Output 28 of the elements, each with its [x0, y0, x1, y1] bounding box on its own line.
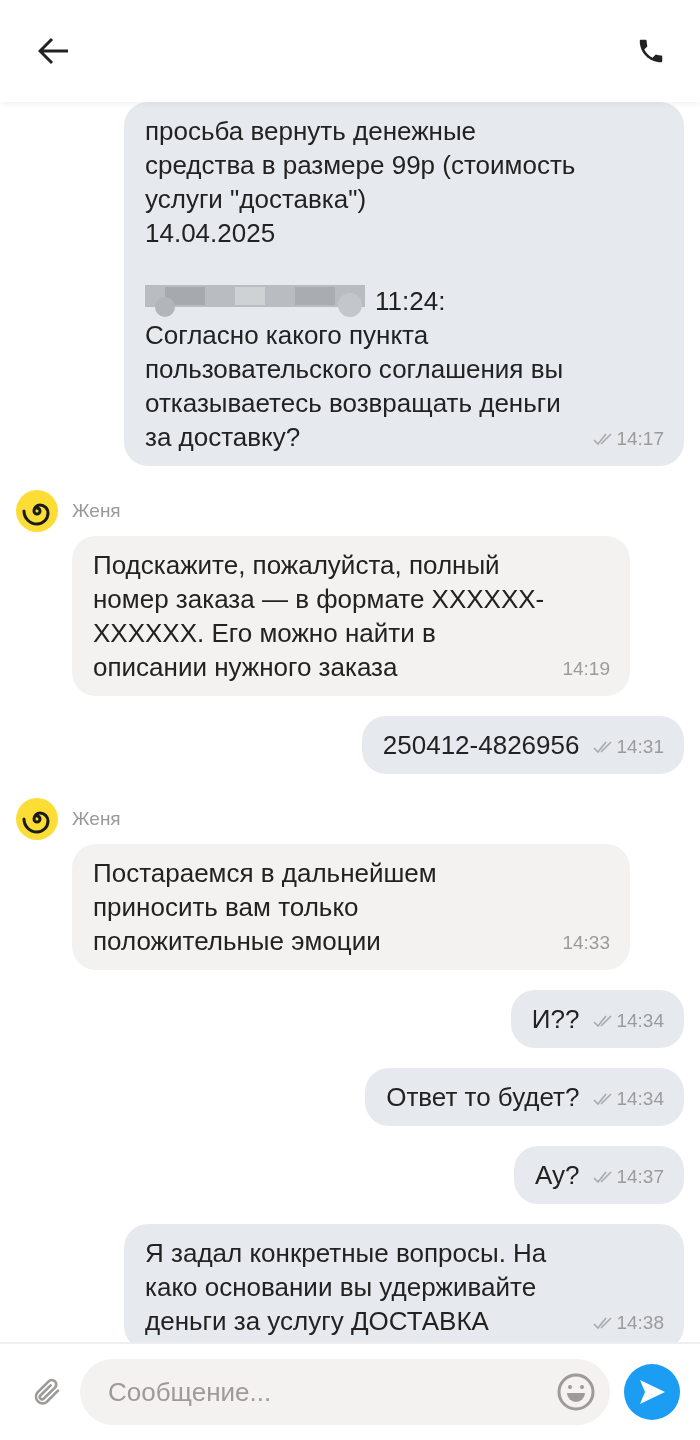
message-text: Ответ то будет? — [386, 1081, 580, 1114]
emoji-icon[interactable] — [556, 1372, 596, 1412]
message-time: 14:33 — [562, 931, 610, 955]
message-text: Согласно какого пункта пользовательского соглашения вы отказываетесь возвращать деньги за доставку? — [145, 319, 565, 454]
send-icon — [637, 1378, 667, 1406]
message-time: 14:19 — [562, 657, 610, 681]
message-text: 250412-4826956 — [382, 729, 580, 762]
message-time: 14:34 — [616, 1009, 664, 1033]
message-text: И?? — [531, 1003, 580, 1036]
send-button[interactable] — [624, 1364, 680, 1420]
message-text: 11:24: — [375, 285, 446, 318]
sender-name: Женя — [72, 500, 121, 522]
message-text: Постараемся в дальнейшем приносить вам только положительные эмоции — [93, 857, 438, 958]
avatar-icon — [16, 490, 58, 532]
message-field[interactable]: Сообщение... — [80, 1359, 610, 1425]
message-text: Подскажите, пожалуйста, полный номер заказа — в формате XXXXXX-XXXXXX. Его можно найти в описании нужного заказа — [93, 549, 546, 684]
sender-name: Женя — [72, 808, 121, 830]
message-time: 14:37 — [616, 1165, 664, 1189]
message-text: Я задал конкретные вопросы. На како основании вы удерживайте деньги за услугу ДОСТАВКА — [145, 1237, 548, 1338]
avatar-icon — [16, 798, 58, 840]
message-input[interactable]: Сообщение... — [106, 1375, 556, 1409]
message-time: 14:34 — [616, 1087, 664, 1111]
message-text: просьба вернуть денежные средства в размере 99р (стоимость услуги "доставка") 14.04.2025 — [145, 115, 577, 250]
message-time: 14:17 — [616, 427, 664, 451]
message-time: 14:38 — [616, 1311, 664, 1335]
message-time: 14:31 — [616, 735, 664, 759]
message-text: Ау? — [534, 1159, 580, 1192]
back-arrow-icon — [38, 37, 70, 65]
